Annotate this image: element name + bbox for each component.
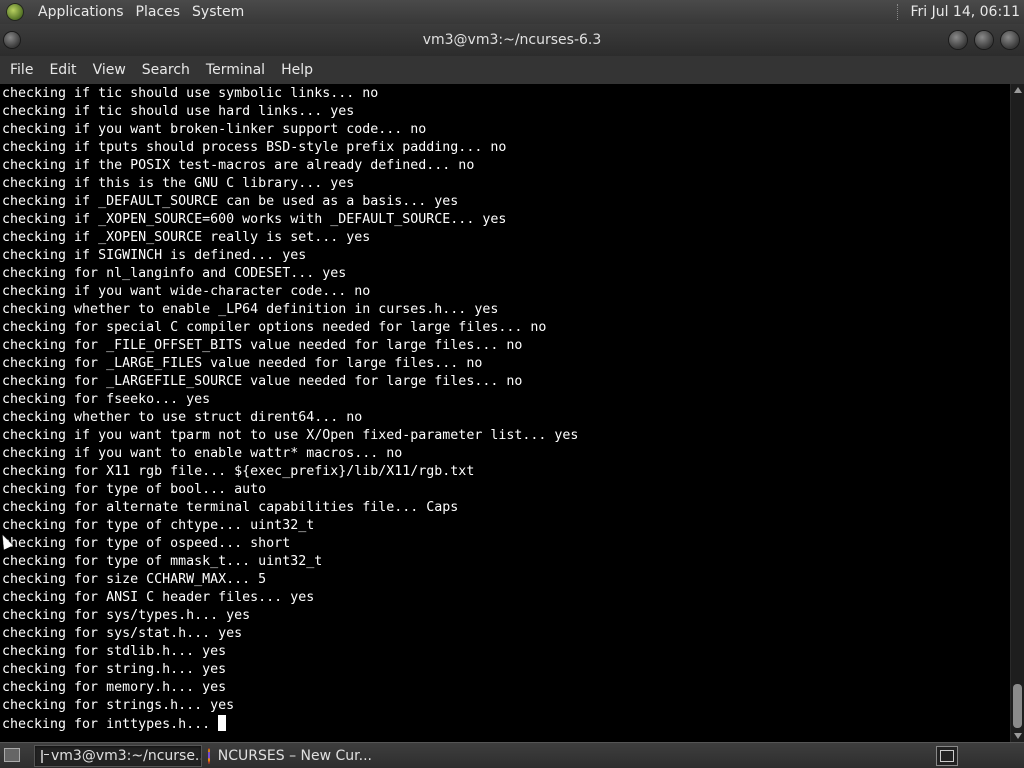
terminal-line: checking for strings.h... yes <box>2 698 235 713</box>
taskbar-item-firefox[interactable]: NCURSES – New Cur... <box>202 745 378 767</box>
window-titlebar[interactable]: vm3@vm3:~/ncurses-6.3 <box>0 24 1024 56</box>
terminal-line: checking for special C compiler options … <box>2 320 547 335</box>
minimize-button[interactable] <box>949 31 967 49</box>
desktop: Applications Places System Fri Jul 14, 0… <box>0 0 1024 768</box>
terminal-prompt-text: checking for inttypes.h... <box>2 717 219 732</box>
distro-logo-icon[interactable] <box>6 3 24 21</box>
taskbar-item-terminal[interactable]: vm3@vm3:~/ncurse... <box>34 745 202 767</box>
scroll-up-icon[interactable] <box>1014 87 1022 93</box>
terminal-line: checking for type of bool... auto <box>2 482 267 497</box>
terminal-line: checking if tic should use hard links...… <box>2 104 355 119</box>
terminal-line: checking if _XOPEN_SOURCE really is set.… <box>2 230 371 245</box>
terminal-line: checking for memory.h... yes <box>2 680 227 695</box>
terminal-line: checking for fseeko... yes <box>2 392 211 407</box>
clock[interactable]: Fri Jul 14, 06:11 <box>910 4 1020 20</box>
scrollbar-thumb[interactable] <box>1013 684 1022 728</box>
menu-places[interactable]: Places <box>130 0 187 24</box>
terminal-line: checking for nl_langinfo and CODESET... … <box>2 266 347 281</box>
menu-terminal[interactable]: Terminal <box>200 56 271 84</box>
terminal-line: checking if tputs should process BSD-sty… <box>2 140 507 155</box>
close-button[interactable] <box>1001 31 1019 49</box>
clock-area: Fri Jul 14, 06:11 <box>897 4 1024 20</box>
scroll-down-icon[interactable] <box>1014 733 1022 739</box>
terminal-current-line: checking for inttypes.h... <box>2 715 1010 733</box>
terminal-line: checking if this is the GNU C library...… <box>2 176 355 191</box>
terminal-line: checking for type of mmask_t... uint32_t <box>2 554 323 569</box>
menu-search[interactable]: Search <box>136 56 196 84</box>
terminal-scrollbar[interactable] <box>1010 84 1024 742</box>
taskbar-item-label: NCURSES – New Cur... <box>217 748 372 764</box>
text-cursor <box>218 715 227 731</box>
terminal-line: checking if _DEFAULT_SOURCE can be used … <box>2 194 459 209</box>
terminal-line: checking if tic should use symbolic link… <box>2 86 379 101</box>
menu-edit[interactable]: Edit <box>43 56 82 84</box>
menu-applications[interactable]: Applications <box>32 0 130 24</box>
terminal-line: checking for alternate terminal capabili… <box>2 500 459 515</box>
terminal-line: checking if you want tparm not to use X/… <box>2 428 579 443</box>
terminal-line: checking for string.h... yes <box>2 662 227 677</box>
terminal-line: checking for ANSI C header files... yes <box>2 590 315 605</box>
terminal-line: checking for sys/stat.h... yes <box>2 626 243 641</box>
terminal-line: checking if _XOPEN_SOURCE=600 works with… <box>2 212 507 227</box>
terminal-line: checking if you want broken-linker suppo… <box>2 122 427 137</box>
terminal-line: checking whether to enable _LP64 definit… <box>2 302 499 317</box>
terminal-line: checking for _LARGEFILE_SOURCE value nee… <box>2 374 523 389</box>
panel-handle <box>897 4 902 20</box>
menu-help[interactable]: Help <box>275 56 319 84</box>
terminal-line: checking for sys/types.h... yes <box>2 608 251 623</box>
top-panel: Applications Places System Fri Jul 14, 0… <box>0 0 1024 24</box>
terminal-menubar: File Edit View Search Terminal Help <box>0 56 1024 84</box>
main-menu: Applications Places System <box>0 0 250 24</box>
maximize-button[interactable] <box>975 31 993 49</box>
taskbar-item-label: vm3@vm3:~/ncurse... <box>51 748 202 764</box>
terminal-line: checking for type of ospeed... short <box>2 536 291 551</box>
menu-view[interactable]: View <box>87 56 132 84</box>
bottom-panel: vm3@vm3:~/ncurse... NCURSES – New Cur... <box>0 742 1024 768</box>
terminal-line: checking for stdlib.h... yes <box>2 644 227 659</box>
terminal-line: checking if you want to enable wattr* ma… <box>2 446 403 461</box>
terminal-line: checking for type of chtype... uint32_t <box>2 518 315 533</box>
terminal-line: checking if you want wide-character code… <box>2 284 371 299</box>
terminal-line: checking for X11 rgb file... ${exec_pref… <box>2 464 475 479</box>
terminal-line: checking whether to use struct dirent64.… <box>2 410 363 425</box>
window-title: vm3@vm3:~/ncurses-6.3 <box>422 32 602 48</box>
terminal-line: checking if the POSIX test-macros are al… <box>2 158 475 173</box>
menu-system[interactable]: System <box>186 0 250 24</box>
terminal-icon <box>41 749 49 763</box>
terminal-line: checking for size CCHARW_MAX... 5 <box>2 572 267 587</box>
terminal-line: checking for _FILE_OFFSET_BITS value nee… <box>2 338 523 353</box>
menu-file[interactable]: File <box>4 56 39 84</box>
firefox-icon <box>208 748 210 764</box>
terminal-line: checking for _LARGE_FILES value needed f… <box>2 356 483 371</box>
workspace-switcher[interactable] <box>936 746 958 766</box>
show-desktop-icon[interactable] <box>4 748 20 762</box>
terminal-output[interactable]: checking if tic should use symbolic link… <box>0 84 1010 742</box>
terminal-line: checking if SIGWINCH is defined... yes <box>2 248 307 263</box>
